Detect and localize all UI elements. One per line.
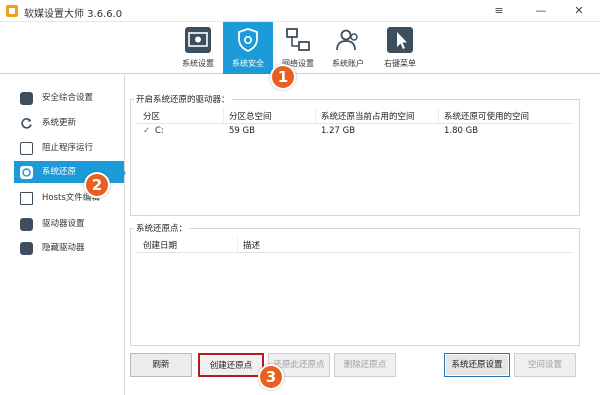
- step-marker-1: 1: [270, 64, 296, 90]
- column-separator: [223, 108, 224, 123]
- users-icon: [335, 27, 361, 53]
- main-toolbar: 系统设置 系统安全 网络设置 系统账户 右键菜单: [0, 22, 600, 74]
- tab-context-menu[interactable]: 右键菜单: [375, 22, 425, 74]
- create-restore-point-button[interactable]: 创建还原点: [198, 353, 264, 377]
- cursor-icon: [387, 27, 413, 53]
- title-bar: 软媒设置大师 3.6.6.0 ≡ — ✕: [0, 0, 600, 22]
- total-space-cell: 59 GB: [229, 126, 255, 136]
- column-separator: [237, 237, 238, 252]
- column-header: 分区: [143, 112, 161, 122]
- column-header: 创建日期: [143, 241, 178, 251]
- refresh-button[interactable]: 刷新: [130, 353, 192, 377]
- column-separator: [438, 108, 439, 123]
- drives-table-header: 分区 分区总空间 系统还原当前占用的空间 系统还原可使用的空间: [137, 108, 573, 124]
- close-button[interactable]: ✕: [568, 3, 590, 19]
- sidebar-item-system-update[interactable]: 系统更新: [18, 112, 122, 134]
- refresh-icon: [20, 117, 33, 130]
- sidebar-item-label: 系统还原: [42, 167, 77, 177]
- group-label: 开启系统还原的驱动器：: [134, 93, 232, 105]
- step-marker-3: 3: [258, 364, 284, 390]
- column-header: 描述: [243, 241, 261, 251]
- minimize-button[interactable]: —: [530, 3, 552, 19]
- app-logo-icon: [6, 5, 18, 17]
- tab-system-accounts[interactable]: 系统账户: [323, 22, 373, 74]
- tab-system-settings[interactable]: 系统设置: [173, 22, 223, 74]
- delete-restore-point-button[interactable]: 删除还原点: [334, 353, 396, 377]
- restore-drives-group: 分区 分区总空间 系统还原当前占用的空间 系统还原可使用的空间 ✓ C: 59 …: [130, 99, 580, 216]
- restore-icon: [20, 166, 33, 179]
- sidebar-item-drive-settings[interactable]: 驱动器设置: [18, 213, 122, 235]
- sidebar-item-label: 隐藏驱动器: [42, 243, 85, 253]
- active-pointer: [118, 165, 126, 181]
- column-separator: [315, 108, 316, 123]
- hidden-drive-icon: [20, 242, 33, 255]
- partition-cell: C:: [155, 126, 164, 136]
- group-label: 系统还原点：: [134, 222, 190, 234]
- app-title: 软媒设置大师 3.6.6.0: [24, 9, 123, 20]
- restore-points-group: 创建日期 描述: [130, 228, 580, 346]
- space-settings-button[interactable]: 空间设置: [514, 353, 576, 377]
- tab-system-security[interactable]: 系统安全: [223, 22, 273, 74]
- sidebar-item-label: 驱动器设置: [42, 219, 85, 229]
- tab-label: 系统安全: [232, 59, 264, 68]
- shield-check-icon: [20, 92, 33, 105]
- checkbox-icon[interactable]: ✓: [143, 126, 150, 136]
- block-icon: [20, 142, 33, 155]
- step-marker-2: 2: [84, 172, 110, 198]
- restore-settings-button[interactable]: 系统还原设置: [444, 353, 510, 377]
- shield-icon: [235, 27, 261, 53]
- drive-icon: [20, 218, 33, 231]
- sidebar-item-security-overview[interactable]: 安全综合设置: [18, 87, 122, 109]
- table-row[interactable]: ✓ C: 59 GB 1.27 GB 1.80 GB: [137, 125, 573, 141]
- sidebar-item-hidden-drives[interactable]: 隐藏驱动器: [18, 237, 122, 259]
- sidebar-item-label: 安全综合设置: [42, 93, 94, 103]
- used-space-cell: 1.27 GB: [321, 126, 356, 136]
- column-header: 系统还原可使用的空间: [444, 112, 530, 122]
- available-space-cell: 1.80 GB: [444, 126, 479, 136]
- system-settings-icon: [185, 27, 211, 53]
- points-table-header: 创建日期 描述: [137, 237, 573, 253]
- column-header: 分区总空间: [229, 112, 272, 122]
- tab-label: 系统账户: [332, 59, 364, 68]
- column-header: 系统还原当前占用的空间: [321, 112, 415, 122]
- sidebar-item-label: 阻止程序运行: [42, 143, 94, 153]
- tab-label: 右键菜单: [384, 59, 416, 68]
- sidebar-item-label: 系统更新: [42, 118, 77, 128]
- network-icon: [285, 27, 311, 53]
- menu-button[interactable]: ≡: [488, 3, 510, 19]
- hosts-icon: [20, 192, 33, 205]
- tab-label: 系统设置: [182, 59, 214, 68]
- sidebar-item-block-programs[interactable]: 阻止程序运行: [18, 137, 122, 159]
